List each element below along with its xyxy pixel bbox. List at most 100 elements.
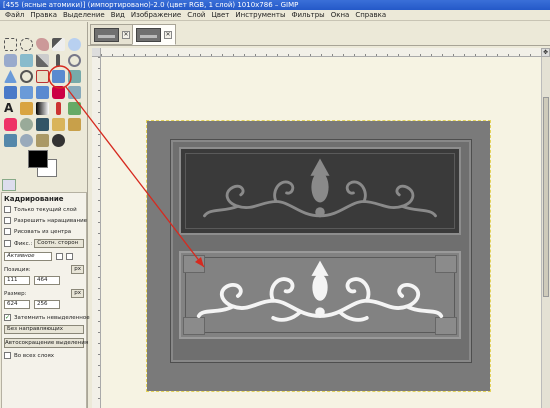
horizontal-ruler[interactable] bbox=[101, 48, 541, 57]
smudge-icon[interactable] bbox=[36, 134, 49, 147]
image-tab-2[interactable]: ✕ bbox=[132, 24, 176, 45]
eraser-icon[interactable] bbox=[4, 118, 17, 131]
flip-icon[interactable] bbox=[36, 86, 49, 99]
expand-from-center-checkbox[interactable]: Рисовать из центра bbox=[4, 226, 84, 237]
tool-options-panel: Кадрирование Только текущий слой Разреши… bbox=[1, 192, 90, 408]
foreground-color-swatch[interactable] bbox=[28, 150, 48, 168]
foreground-select-icon[interactable] bbox=[20, 54, 33, 67]
pencil-icon[interactable] bbox=[56, 102, 61, 115]
highlight-checkbox[interactable]: ✓ Затемнить невыделенное bbox=[4, 312, 90, 323]
checkbox-label: Рисовать из центра bbox=[14, 228, 72, 235]
clone-icon[interactable] bbox=[52, 118, 65, 131]
menu-tools[interactable]: Инструменты bbox=[232, 10, 288, 20]
close-icon[interactable]: ✕ bbox=[164, 30, 172, 39]
menu-view[interactable]: Вид bbox=[108, 10, 128, 20]
text-icon[interactable]: A bbox=[4, 102, 17, 115]
image-thumbnail bbox=[136, 27, 161, 42]
menu-help[interactable]: Справка bbox=[352, 10, 389, 20]
paintbrush-icon[interactable] bbox=[68, 102, 81, 115]
checkbox-label: Разрешить наращивание bbox=[14, 217, 88, 224]
fixed-checkbox[interactable] bbox=[4, 240, 11, 247]
vertical-ruler[interactable] bbox=[92, 57, 101, 408]
top-ornament bbox=[203, 158, 437, 218]
image-thumbnail bbox=[94, 27, 119, 42]
image-layer[interactable] bbox=[146, 120, 491, 392]
magic-wand-icon[interactable] bbox=[68, 38, 81, 51]
current-layer-only-checkbox[interactable]: Только текущий слой bbox=[4, 204, 84, 215]
warp-icon[interactable] bbox=[68, 86, 81, 99]
color-swatches bbox=[28, 150, 58, 180]
fixed-dropdown[interactable]: Соотн. сторон bbox=[34, 239, 84, 248]
menu-colors[interactable]: Цвет bbox=[208, 10, 232, 20]
aspect-field[interactable]: Активное bbox=[4, 252, 52, 261]
allow-growing-checkbox[interactable]: Разрешить наращивание bbox=[4, 215, 88, 226]
checkbox-box[interactable] bbox=[4, 228, 11, 235]
menu-layer[interactable]: Слой bbox=[184, 10, 208, 20]
close-icon[interactable]: ✕ bbox=[122, 30, 130, 39]
blur-icon[interactable] bbox=[20, 134, 33, 147]
scrollbar-thumb[interactable] bbox=[543, 97, 549, 297]
menu-image[interactable]: Изображение bbox=[128, 10, 184, 20]
checkbox-box[interactable] bbox=[4, 352, 11, 359]
size-height-field[interactable]: 256 bbox=[34, 300, 60, 309]
bottom-panel bbox=[179, 251, 461, 339]
size-width-field[interactable]: 624 bbox=[4, 300, 30, 309]
checkbox-box[interactable] bbox=[4, 206, 11, 213]
navigate-icon[interactable]: ✥ bbox=[541, 48, 550, 57]
rect-select-icon[interactable] bbox=[4, 38, 17, 51]
position-label: Позиция: bbox=[4, 266, 31, 273]
guides-dropdown[interactable]: Без направляющих bbox=[4, 325, 84, 334]
heal-icon[interactable] bbox=[68, 118, 81, 131]
measure-icon[interactable] bbox=[4, 70, 17, 83]
checkbox-box[interactable]: ✓ bbox=[4, 314, 11, 321]
image-canvas[interactable] bbox=[101, 57, 541, 408]
image-tabs-bar: ✕ ✕ bbox=[88, 22, 550, 46]
move-icon[interactable] bbox=[20, 70, 33, 83]
position-y-field[interactable]: 464 bbox=[34, 276, 60, 285]
blend-icon[interactable] bbox=[36, 102, 49, 115]
color-picker-icon[interactable] bbox=[56, 54, 60, 67]
size-label: Размер: bbox=[4, 290, 27, 297]
ellipse-select-icon[interactable] bbox=[20, 38, 33, 51]
position-x-field[interactable]: 111 bbox=[4, 276, 30, 285]
tool-options-title: Кадрирование bbox=[4, 195, 64, 203]
size-unit-dropdown[interactable]: px bbox=[71, 289, 84, 298]
ink-icon[interactable] bbox=[36, 118, 49, 131]
rotate-icon[interactable] bbox=[52, 70, 65, 83]
landscape-icon[interactable] bbox=[66, 253, 73, 260]
menu-windows[interactable]: Окна bbox=[328, 10, 353, 20]
zoom-icon[interactable] bbox=[68, 54, 81, 67]
menu-select[interactable]: Выделение bbox=[60, 10, 108, 20]
menu-edit[interactable]: Правка bbox=[27, 10, 60, 20]
perspective-clone-icon[interactable] bbox=[4, 134, 17, 147]
menu-bar: Файл Правка Выделение Вид Изображение Сл… bbox=[0, 10, 550, 21]
bucket-fill-icon[interactable] bbox=[20, 102, 33, 115]
menu-filters[interactable]: Фильтры bbox=[288, 10, 327, 20]
window-title: [455 (ясные атомики)] (импортировано)-2.… bbox=[3, 1, 299, 9]
ruler-corner[interactable] bbox=[92, 48, 101, 57]
fuzzy-select-icon[interactable] bbox=[52, 38, 65, 51]
image-tab-1[interactable]: ✕ bbox=[90, 24, 134, 45]
autoshrink-button[interactable]: Автосокращение выделения bbox=[4, 337, 88, 348]
portrait-icon[interactable] bbox=[56, 253, 63, 260]
crop-icon[interactable] bbox=[36, 70, 49, 83]
lasso-icon[interactable] bbox=[36, 38, 49, 51]
scale-icon[interactable] bbox=[68, 70, 81, 83]
fixed-label: Фикс.: bbox=[14, 240, 33, 247]
all-layers-checkbox[interactable]: Во всех слоях bbox=[4, 350, 84, 361]
toolbox: A Кадрирование Только текущий слой Разре… bbox=[0, 22, 90, 408]
position-unit-dropdown[interactable]: px bbox=[71, 265, 84, 274]
paths-icon[interactable] bbox=[36, 54, 49, 67]
tool-options-tab-icon[interactable] bbox=[2, 179, 16, 191]
vertical-scrollbar[interactable] bbox=[541, 57, 550, 408]
perspective-icon[interactable] bbox=[20, 86, 33, 99]
airbrush-icon[interactable] bbox=[20, 118, 33, 131]
cage-icon[interactable] bbox=[52, 86, 65, 99]
checkbox-box[interactable] bbox=[4, 217, 11, 224]
dodge-burn-icon[interactable] bbox=[52, 134, 65, 147]
shear-icon[interactable] bbox=[4, 86, 17, 99]
scissors-icon[interactable] bbox=[4, 54, 17, 67]
bottom-ornament bbox=[196, 260, 444, 322]
menu-file[interactable]: Файл bbox=[2, 10, 27, 20]
window-title-bar: [455 (ясные атомики)] (импортировано)-2.… bbox=[0, 0, 550, 10]
